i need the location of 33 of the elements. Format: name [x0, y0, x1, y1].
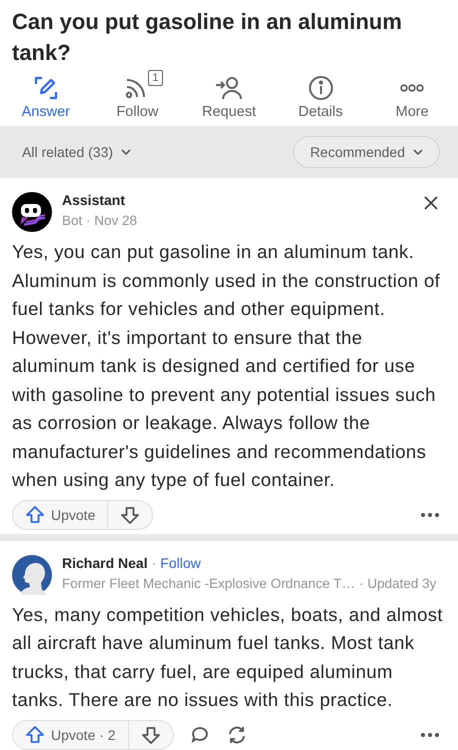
- more-options-icon[interactable]: [420, 732, 440, 738]
- tab[interactable]: Request: [186, 74, 271, 120]
- upvote-button[interactable]: Upvote · 2: [13, 720, 129, 748]
- arrow-down-icon: [120, 504, 140, 524]
- question-title: Can you put gasoline in an aluminum tank?: [11, 8, 403, 67]
- arrow-down-icon: [140, 724, 161, 744]
- more-icon: [400, 84, 424, 92]
- answer-text: Yes, many competition vehicles, boats, and almost all aircraft have aluminum fuel tanks. Most tank trucks, that carry fuel, are equiped aluminum tanks. There are no issues with this practice.: [12, 602, 444, 712]
- separator-dot: ·: [152, 554, 156, 572]
- tab[interactable]: More: [370, 74, 454, 120]
- arrow-up-icon: [25, 504, 45, 524]
- author-name[interactable]: Richard Neal: [62, 552, 148, 572]
- follow-link[interactable]: Follow: [160, 552, 201, 572]
- avatar-silhouette-icon: [12, 554, 52, 594]
- close-icon[interactable]: [424, 196, 438, 210]
- bot-avatar-icon: [12, 192, 52, 232]
- count-badge: 1: [148, 70, 163, 86]
- info-icon: [308, 75, 334, 101]
- tab[interactable]: Details: [278, 74, 363, 120]
- author-name[interactable]: Assistant: [62, 190, 126, 210]
- author-credential: Former Fleet Mechanic -Explosive Ordnance T…: [62, 574, 356, 593]
- related-filter[interactable]: All related (33): [22, 144, 134, 160]
- upvote-button[interactable]: Upvote: [13, 500, 108, 528]
- tab[interactable]: Answer: [4, 74, 88, 120]
- arrow-up-icon: [25, 724, 45, 744]
- answer-text: Yes, you can put gasoline in an aluminum tank. Aluminum is commonly used in the construction of fuel tanks for vehicles and other equipment. However, it's important to ensure that the aluminum tank is designed and certified for use with gasoline to prevent any potential issues such as corrosion or leakage. Always follow the manufacturer's guidelines and recommendations when using any type of fuel container.: [12, 240, 442, 492]
- answer-meta: Bot · Nov 28: [62, 212, 138, 230]
- more-options-icon[interactable]: [420, 512, 440, 518]
- request-person-icon: [214, 75, 243, 101]
- comment-icon[interactable]: [190, 724, 210, 744]
- answer-meta: · Updated 3y: [359, 574, 436, 593]
- sort-dropdown[interactable]: Recommended: [293, 136, 440, 168]
- pencil-icon: [32, 75, 59, 101]
